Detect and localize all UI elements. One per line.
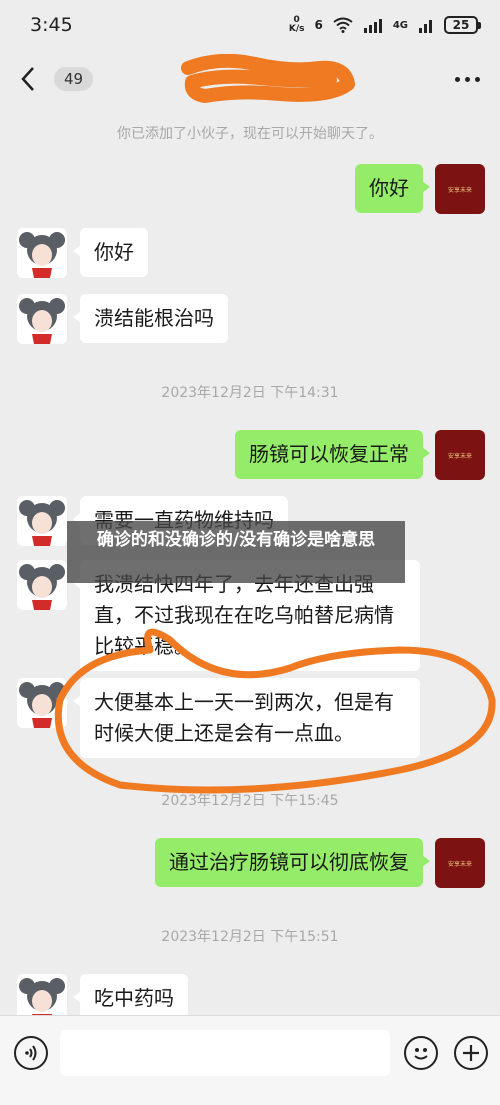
contact-avatar[interactable] — [17, 678, 67, 728]
koala-avatar-icon — [19, 298, 65, 344]
input-bar — [0, 1015, 500, 1105]
koala-avatar-icon — [19, 564, 65, 610]
message-bubble[interactable]: 大便基本上一天一到两次，但是有时候大便上还是会有一点血。 — [73, 678, 420, 758]
signal-icon-2 — [419, 20, 432, 33]
koala-avatar-icon — [19, 682, 65, 728]
status-icons: 0 K/s 6 4G 25 — [288, 15, 481, 34]
status-time: 3:45 — [30, 14, 73, 36]
timestamp: 2023年12月2日 下午15:51 — [161, 929, 339, 945]
network-speed: 0 K/s — [288, 15, 305, 34]
battery-icon: 25 — [444, 16, 481, 34]
bluetooth-icon: 6 — [314, 18, 323, 32]
emoji-button[interactable] — [404, 1036, 438, 1070]
redacted-name-scribble — [181, 54, 355, 103]
message-bubble[interactable]: 通过治疗肠镜可以彻底恢复 — [155, 838, 430, 887]
message-bubble[interactable]: 溃结能根治吗 — [73, 294, 228, 343]
signal-icon — [363, 19, 382, 33]
chat-header: 49 — [0, 50, 500, 108]
message-bubble[interactable]: 肠镜可以恢复正常 — [235, 430, 430, 479]
plus-icon — [463, 1045, 479, 1061]
koala-avatar-icon — [19, 232, 65, 278]
status-bar: 3:45 0 K/s 6 4G 25 — [0, 0, 500, 50]
message-input[interactable] — [60, 1030, 390, 1076]
contact-avatar[interactable] — [17, 496, 67, 546]
contact-avatar[interactable] — [17, 560, 67, 610]
more-functions-button[interactable] — [454, 1036, 488, 1070]
my-avatar[interactable]: 安享未来 — [435, 430, 485, 480]
koala-avatar-icon — [19, 500, 65, 546]
message-bubble[interactable]: 你好 — [73, 228, 148, 277]
timestamp: 2023年12月2日 下午15:45 — [161, 793, 339, 809]
voice-icon — [25, 1045, 37, 1061]
overlay-banner: 确诊的和没确诊的/没有确诊是啥意思 — [67, 521, 405, 583]
my-avatar[interactable]: 安享未来 — [435, 838, 485, 888]
my-avatar[interactable]: 安享未来 — [435, 164, 485, 214]
emoji-icon — [414, 1048, 428, 1060]
timestamp: 2023年12月2日 下午14:31 — [161, 385, 339, 401]
system-message: 你已添加了小伙子，现在可以开始聊天了。 — [117, 126, 383, 142]
unread-count-badge[interactable]: 49 — [54, 67, 94, 91]
wifi-icon — [333, 17, 353, 33]
network-type: 4G — [392, 19, 408, 31]
back-icon[interactable] — [20, 64, 44, 94]
contact-avatar[interactable] — [17, 228, 67, 278]
contact-avatar[interactable] — [17, 294, 67, 344]
voice-button[interactable] — [14, 1036, 48, 1070]
more-options-icon[interactable] — [455, 76, 480, 82]
message-bubble[interactable]: 你好 — [355, 164, 430, 213]
